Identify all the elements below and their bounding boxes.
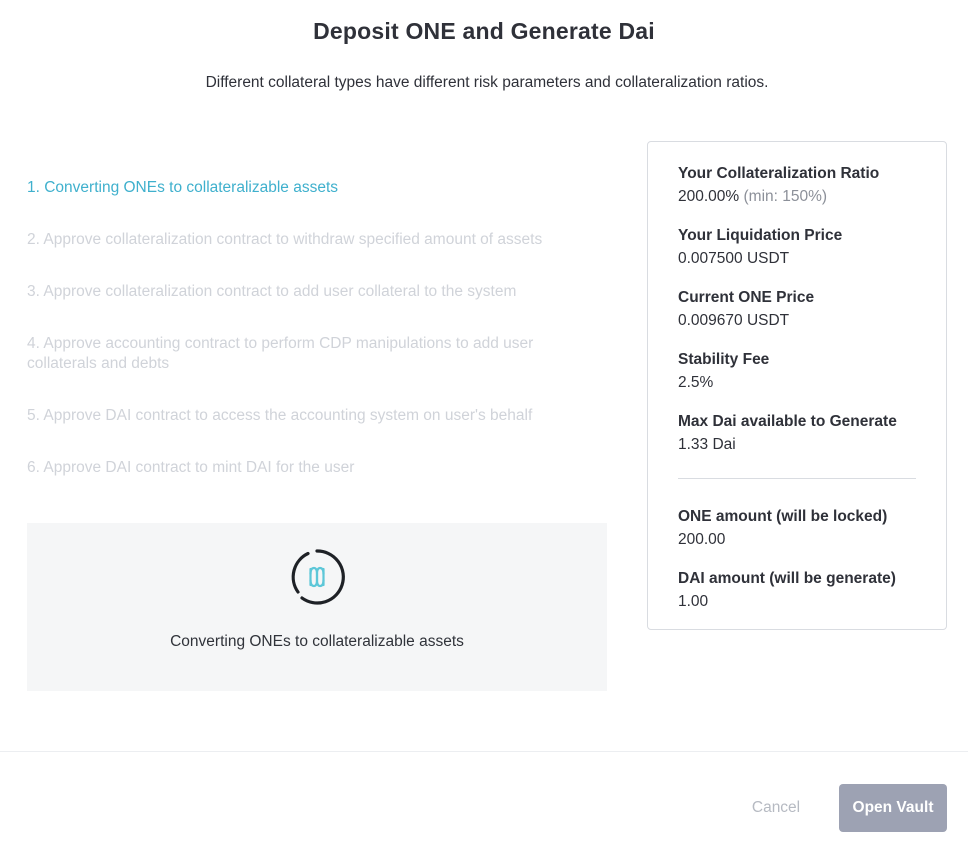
stat-value: 200.00%	[678, 188, 740, 205]
collateralization-ratio-stat: Your Collateralization Ratio 200.00% (mi…	[678, 164, 928, 209]
harmony-logo-spinner-icon	[291, 549, 345, 605]
stat-label: Stability Fee	[678, 351, 770, 368]
step-2: 2. Approve collateralization contract to…	[27, 231, 543, 248]
step-1: 1. Converting ONEs to collateralizable a…	[27, 179, 339, 196]
stat-value: 1.00	[678, 593, 709, 610]
stat-value: 1.33 Dai	[678, 436, 736, 453]
stat-value: 0.007500 USDT	[678, 250, 790, 267]
cancel-button[interactable]: Cancel	[740, 797, 812, 819]
dai-amount-stat: DAI amount (will be generate) 1.00	[678, 569, 928, 614]
stat-label: Current ONE Price	[678, 289, 815, 306]
max-dai-stat: Max Dai available to Generate 1.33 Dai	[678, 412, 928, 457]
stability-fee-stat: Stability Fee 2.5%	[678, 350, 928, 395]
open-vault-button[interactable]: Open Vault	[839, 784, 947, 832]
progress-label: Converting ONEs to collateralizable asse…	[170, 633, 464, 650]
page-subtitle: Different collateral types have differen…	[205, 74, 769, 91]
divider	[678, 478, 916, 479]
stat-value: 0.009670 USDT	[678, 312, 790, 329]
step-5: 5. Approve DAI contract to access the ac…	[27, 407, 533, 424]
stat-label: Max Dai available to Generate	[678, 413, 897, 430]
stat-value: 2.5%	[678, 374, 714, 391]
stat-label: DAI amount (will be generate)	[678, 570, 896, 587]
steps-list: 1. Converting ONEs to collateralizable a…	[27, 178, 607, 510]
stat-label: ONE amount (will be locked)	[678, 508, 888, 525]
page-title: Deposit ONE and Generate Dai	[313, 18, 655, 44]
footer-divider	[0, 751, 968, 752]
step-4: 4. Approve accounting contract to perfor…	[27, 335, 534, 372]
liquidation-price-stat: Your Liquidation Price 0.007500 USDT	[678, 226, 928, 271]
step-6: 6. Approve DAI contract to mint DAI for …	[27, 459, 355, 476]
stat-hint: (min: 150%)	[743, 188, 828, 205]
vault-summary-card: Your Collateralization Ratio 200.00% (mi…	[647, 141, 947, 630]
stat-label: Your Collateralization Ratio	[678, 165, 880, 182]
step-3: 3. Approve collateralization contract to…	[27, 283, 517, 300]
stat-value: 200.00	[678, 531, 726, 548]
current-price-stat: Current ONE Price 0.009670 USDT	[678, 288, 928, 333]
progress-panel: Converting ONEs to collateralizable asse…	[27, 523, 607, 691]
stat-label: Your Liquidation Price	[678, 227, 843, 244]
one-amount-stat: ONE amount (will be locked) 200.00	[678, 507, 928, 552]
